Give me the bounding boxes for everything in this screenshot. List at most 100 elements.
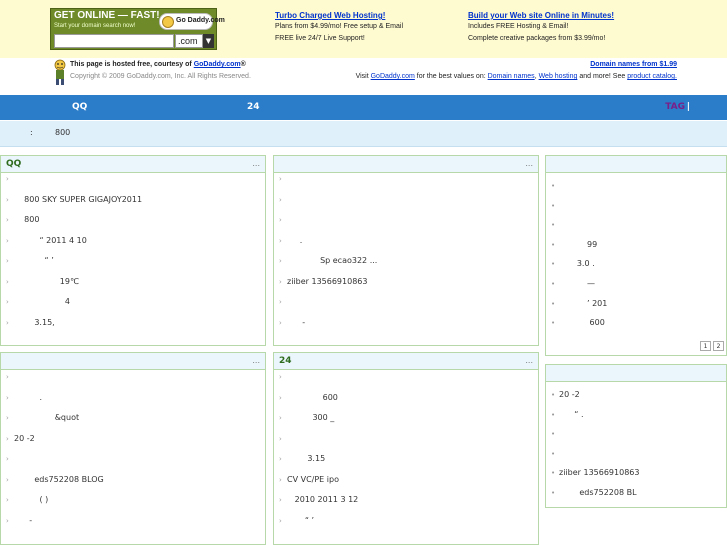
more-link[interactable]: ... <box>252 356 260 365</box>
hosted-godaddy-link[interactable]: GoDaddy.com <box>194 61 241 68</box>
list-item[interactable]: › 800 <box>6 215 265 236</box>
list-item[interactable]: › <box>6 454 265 475</box>
list-item[interactable]: › “ ’ <box>6 256 265 277</box>
list-item[interactable]: › Sp ecao322 ... <box>279 256 538 277</box>
list-item[interactable]: › “ ’ <box>279 516 538 537</box>
list-item[interactable]: • — <box>551 274 726 294</box>
list-item[interactable]: › - <box>279 318 538 339</box>
list-item-text[interactable]: 20 -2 <box>559 390 580 399</box>
list-item[interactable]: › 4 <box>6 297 265 318</box>
tld-select[interactable]: .com <box>175 34 203 48</box>
list-item[interactable]: › 600 <box>279 393 538 414</box>
list-item-text[interactable]: 2010 2011 3 12 <box>295 495 359 504</box>
product-catalog-link[interactable]: product catalog. <box>627 73 677 80</box>
list-item-text[interactable]: 300 _ <box>312 413 334 422</box>
list-item[interactable]: › 19℃ <box>6 277 265 298</box>
list-item[interactable]: › <box>279 372 538 393</box>
list-item-text[interactable]: 800 <box>24 215 39 224</box>
list-item[interactable]: • 600 <box>551 313 726 333</box>
domain-names-link[interactable]: Domain names <box>488 73 535 80</box>
list-item-text[interactable]: Sp ecao322 ... <box>320 256 377 265</box>
domain-search-input[interactable] <box>54 34 174 48</box>
list-item[interactable]: › ziiber 13566910863 <box>279 277 538 298</box>
list-item-text[interactable]: 19℃ <box>60 277 79 286</box>
list-item[interactable]: › 300 _ <box>279 413 538 434</box>
domain-price-link[interactable]: Domain names from $1.99 <box>590 61 677 68</box>
list-item-text[interactable]: 99 <box>587 240 597 249</box>
more-link[interactable]: ... <box>525 159 533 168</box>
list-item-text[interactable]: . <box>300 236 303 245</box>
list-item-text[interactable]: 600 <box>323 393 338 402</box>
list-item-text[interactable]: ziiber 13566910863 <box>287 277 367 286</box>
panel-title[interactable]: 24 <box>279 356 292 366</box>
list-item[interactable]: • 3.0 . <box>551 254 726 274</box>
list-item-text[interactable]: . <box>39 393 42 402</box>
list-item[interactable]: • <box>551 215 726 235</box>
list-item[interactable]: › <box>279 297 538 318</box>
list-item[interactable]: › eds752208 BLOG <box>6 475 265 496</box>
list-item[interactable]: • “ . <box>551 405 726 425</box>
list-item-text[interactable]: 3.15, <box>34 318 54 327</box>
visit-godaddy-link[interactable]: GoDaddy.com <box>371 73 415 80</box>
list-item-text[interactable]: “ . <box>574 410 583 419</box>
list-item-text[interactable]: &quot <box>55 413 79 422</box>
list-item-text[interactable]: ziiber 13566910863 <box>559 468 639 477</box>
list-item[interactable]: • ’ 201 <box>551 294 726 314</box>
list-item[interactable]: › &quot <box>6 413 265 434</box>
list-item[interactable]: • ziiber 13566910863 <box>551 463 726 483</box>
list-item-text[interactable]: “ ’ <box>45 256 54 265</box>
list-item-text[interactable]: “ ’ <box>305 516 314 525</box>
list-item[interactable]: • <box>551 444 726 464</box>
list-item-text[interactable]: - <box>29 516 32 525</box>
page-button-2[interactable]: 2 <box>713 341 724 351</box>
list-item-text[interactable]: 4 <box>65 297 70 306</box>
list-item-text[interactable]: 600 <box>590 318 605 327</box>
list-item-text[interactable]: CV VC/PE ipo <box>287 475 339 484</box>
page-button-1[interactable]: 1 <box>700 341 711 351</box>
list-item[interactable]: › <box>279 195 538 216</box>
list-item[interactable]: › 3.15, <box>6 318 265 339</box>
list-item-text[interactable]: 3.15 <box>307 454 325 463</box>
list-item-text[interactable]: 800 SKY SUPER GIGAJOY2011 <box>24 195 142 204</box>
chevron-down-icon[interactable]: ▼ <box>203 34 214 48</box>
more-link[interactable]: ... <box>525 356 533 365</box>
nav-item-tag[interactable]: TAG <box>665 102 685 112</box>
list-item[interactable]: › ( ) <box>6 495 265 516</box>
list-item[interactable]: › CV VC/PE ipo <box>279 475 538 496</box>
list-item-text[interactable]: “ 2011 4 10 <box>39 236 86 245</box>
list-item[interactable]: • 99 <box>551 235 726 255</box>
list-item-text[interactable]: eds752208 BL <box>579 488 636 497</box>
list-item-text[interactable]: — <box>587 279 595 288</box>
list-item-text[interactable]: - <box>302 318 305 327</box>
list-item[interactable]: › 3.15 <box>279 454 538 475</box>
nav-item-24[interactable]: 24 <box>247 102 260 112</box>
list-item[interactable]: › 800 SKY SUPER GIGAJOY2011 <box>6 195 265 216</box>
promo-website-link[interactable]: Build your Web site Online in Minutes! <box>468 11 614 20</box>
list-item[interactable]: • <box>551 176 726 196</box>
list-item[interactable]: › “ 2011 4 10 <box>6 236 265 257</box>
web-hosting-link[interactable]: Web hosting <box>539 73 578 80</box>
panel-title[interactable]: QQ <box>6 159 21 169</box>
list-item-text[interactable]: ’ 201 <box>587 299 607 308</box>
list-item[interactable]: • 20 -2 <box>551 385 726 405</box>
list-item[interactable]: › 20 -2 <box>6 434 265 455</box>
list-item[interactable]: › <box>279 174 538 195</box>
nav-item-qq[interactable]: QQ <box>72 102 87 112</box>
more-link[interactable]: ... <box>252 159 260 168</box>
list-item[interactable]: • <box>551 424 726 444</box>
list-item[interactable]: › - <box>6 516 265 537</box>
list-item[interactable]: › <box>279 434 538 455</box>
list-item-text[interactable]: 3.0 . <box>577 259 595 268</box>
list-item[interactable]: › 2010 2011 3 12 <box>279 495 538 516</box>
list-item-text[interactable]: eds752208 BLOG <box>34 475 103 484</box>
list-item[interactable]: › <box>6 174 265 195</box>
list-item[interactable]: • eds752208 BL <box>551 483 726 503</box>
list-item[interactable]: • <box>551 196 726 216</box>
list-item-text[interactable]: ( ) <box>39 495 48 504</box>
list-item[interactable]: › . <box>6 393 265 414</box>
list-item[interactable]: › . <box>279 236 538 257</box>
list-item-text[interactable]: 20 -2 <box>14 434 35 443</box>
promo-hosting-link[interactable]: Turbo Charged Web Hosting! <box>275 11 403 20</box>
list-item[interactable]: › <box>279 215 538 236</box>
godaddy-logo[interactable]: Go Daddy.com <box>159 13 225 30</box>
